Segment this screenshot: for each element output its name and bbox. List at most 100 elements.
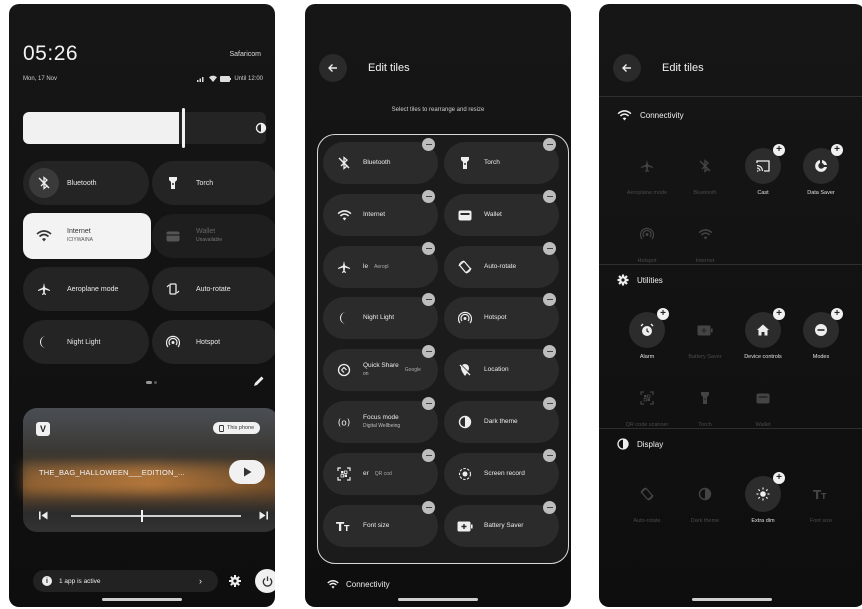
edit-tile-night-light[interactable]: Night Light [323, 297, 438, 339]
brightness-thumb[interactable] [182, 108, 185, 148]
edit-tile-quick-share[interactable]: Quick Share on Google [323, 349, 438, 391]
remove-tile-button[interactable] [422, 138, 435, 151]
edit-pencil-icon[interactable] [253, 375, 265, 387]
tile-label: Bluetooth [363, 159, 391, 166]
available-tile-aeroplane-mode: Aeroplane mode [617, 148, 677, 196]
plus-icon: + [834, 144, 840, 155]
font-size-icon: TT [331, 520, 357, 532]
skip-next-icon[interactable] [259, 511, 268, 520]
minus-icon [425, 350, 432, 353]
tile-internet[interactable]: Internet ICIYWAINA [23, 213, 151, 259]
edit-tile-internet[interactable]: Internet [323, 194, 438, 236]
remove-tile-button[interactable] [543, 501, 556, 514]
add-tile-button[interactable]: + [831, 144, 843, 156]
media-seek-bar[interactable] [71, 515, 241, 517]
app-logo: V [36, 422, 50, 436]
gesture-bar[interactable] [102, 598, 182, 601]
available-tile-cast[interactable]: Cast [733, 148, 793, 196]
tile-aeroplane-mode[interactable]: Aeroplane mode [23, 267, 149, 311]
output-device-chip[interactable]: This phone [213, 422, 261, 434]
add-tile-button[interactable]: + [773, 308, 785, 320]
remove-tile-button[interactable] [422, 397, 435, 410]
edit-tile-hotspot[interactable]: Hotspot [444, 297, 559, 339]
remove-tile-button[interactable] [422, 345, 435, 358]
remove-tile-button[interactable] [543, 449, 556, 462]
remove-tile-button[interactable] [543, 397, 556, 410]
play-button[interactable] [229, 460, 265, 484]
remove-tile-button[interactable] [422, 242, 435, 255]
edit-tile-screen-record[interactable]: Screen record [444, 453, 559, 495]
power-button[interactable] [255, 569, 275, 593]
minus-icon [425, 143, 432, 146]
tile-label: Focus mode Digital Wellbeing [363, 414, 401, 429]
tile-wallet[interactable]: Wallet Unavailable [152, 214, 275, 258]
tile-hotspot[interactable]: Hotspot [152, 320, 275, 364]
edit-tile-le[interactable]: le Aeropl [323, 246, 438, 288]
phone-icon [219, 424, 224, 432]
brightness-auto-icon[interactable] [255, 122, 267, 134]
available-tile-torch: Torch [675, 380, 735, 428]
edit-tile-font-size[interactable]: T T Font size [323, 505, 438, 547]
edit-tile-er[interactable]: er QR cod [323, 453, 438, 495]
svg-text:T: T [821, 492, 827, 500]
skip-previous-icon[interactable] [39, 511, 48, 520]
edit-tile-wallet[interactable]: Wallet [444, 194, 559, 236]
tile-bluetooth[interactable]: Bluetooth [23, 161, 149, 205]
tile-night-light[interactable]: Night Light [23, 320, 149, 364]
minus-icon [546, 506, 553, 509]
gesture-bar[interactable] [692, 598, 772, 601]
tile-label: Aeroplane mode [626, 190, 668, 196]
available-tile-bluetooth: Bluetooth [675, 148, 735, 196]
quick-settings-screen: 05:26 Safaricom Mon, 17 Nov Until 12:00 … [9, 4, 275, 607]
divider [599, 96, 862, 97]
tile-auto-rotate[interactable]: Auto-rotate [152, 267, 275, 311]
date[interactable]: Mon, 17 Nov [23, 76, 57, 82]
edit-tile-bluetooth[interactable]: Bluetooth [323, 142, 438, 184]
tile-label-overflow: Google [404, 367, 421, 373]
add-tile-button[interactable]: + [773, 472, 785, 484]
svg-text:(o): (o) [338, 419, 351, 429]
seek-thumb[interactable] [141, 510, 143, 522]
edit-tile-torch[interactable]: Torch [444, 142, 559, 184]
available-tile-device-controls[interactable]: Device controls [733, 312, 793, 360]
remove-tile-button[interactable] [422, 190, 435, 203]
remove-tile-button[interactable] [543, 242, 556, 255]
remove-tile-button[interactable] [543, 345, 556, 358]
add-tile-button[interactable]: + [657, 308, 669, 320]
edit-tile-location[interactable]: Location [444, 349, 559, 391]
moon-icon [331, 311, 357, 325]
edit-tile-focus-mode[interactable]: (o) Focus mode Digital Wellbeing [323, 401, 438, 443]
active-apps-button[interactable]: i 1 app is active › [33, 570, 218, 592]
minus-icon [425, 506, 432, 509]
available-tile-extra-dim[interactable]: Extra dim [733, 476, 793, 524]
edit-tile-battery-saver[interactable]: Battery Saver [444, 505, 559, 547]
tile-label: er [363, 470, 369, 477]
edit-tile-auto-rotate[interactable]: Auto-rotate [444, 246, 559, 288]
gesture-bar[interactable] [398, 598, 478, 601]
play-icon [243, 467, 251, 477]
add-tile-button[interactable]: + [773, 144, 785, 156]
gear-icon[interactable] [229, 575, 241, 587]
bluetooth-off-icon [687, 148, 723, 184]
remove-tile-button[interactable] [422, 449, 435, 462]
tile-label: Auto-rotate [633, 518, 661, 524]
available-tile-data-saver[interactable]: Data Saver [791, 148, 851, 196]
remove-tile-button[interactable] [422, 501, 435, 514]
available-tile-alarm[interactable]: Alarm [617, 312, 677, 360]
available-tile-modes[interactable]: Modes [791, 312, 851, 360]
remove-tile-button[interactable] [543, 138, 556, 151]
back-button[interactable] [319, 54, 347, 82]
remove-tile-button[interactable] [543, 293, 556, 306]
tile-label: Data Saver [807, 190, 835, 196]
hotspot-icon [452, 311, 478, 325]
tile-label-overflow: QR cod [374, 471, 392, 477]
back-button[interactable] [613, 54, 641, 82]
add-tile-button[interactable]: + [831, 308, 843, 320]
remove-tile-button[interactable] [422, 293, 435, 306]
available-tile-font-size: T T Font size [791, 476, 851, 524]
torch-icon [452, 156, 478, 170]
airplane-icon [331, 260, 357, 274]
tile-torch[interactable]: Torch [152, 161, 275, 205]
remove-tile-button[interactable] [543, 190, 556, 203]
edit-tile-dark-theme[interactable]: Dark theme [444, 401, 559, 443]
